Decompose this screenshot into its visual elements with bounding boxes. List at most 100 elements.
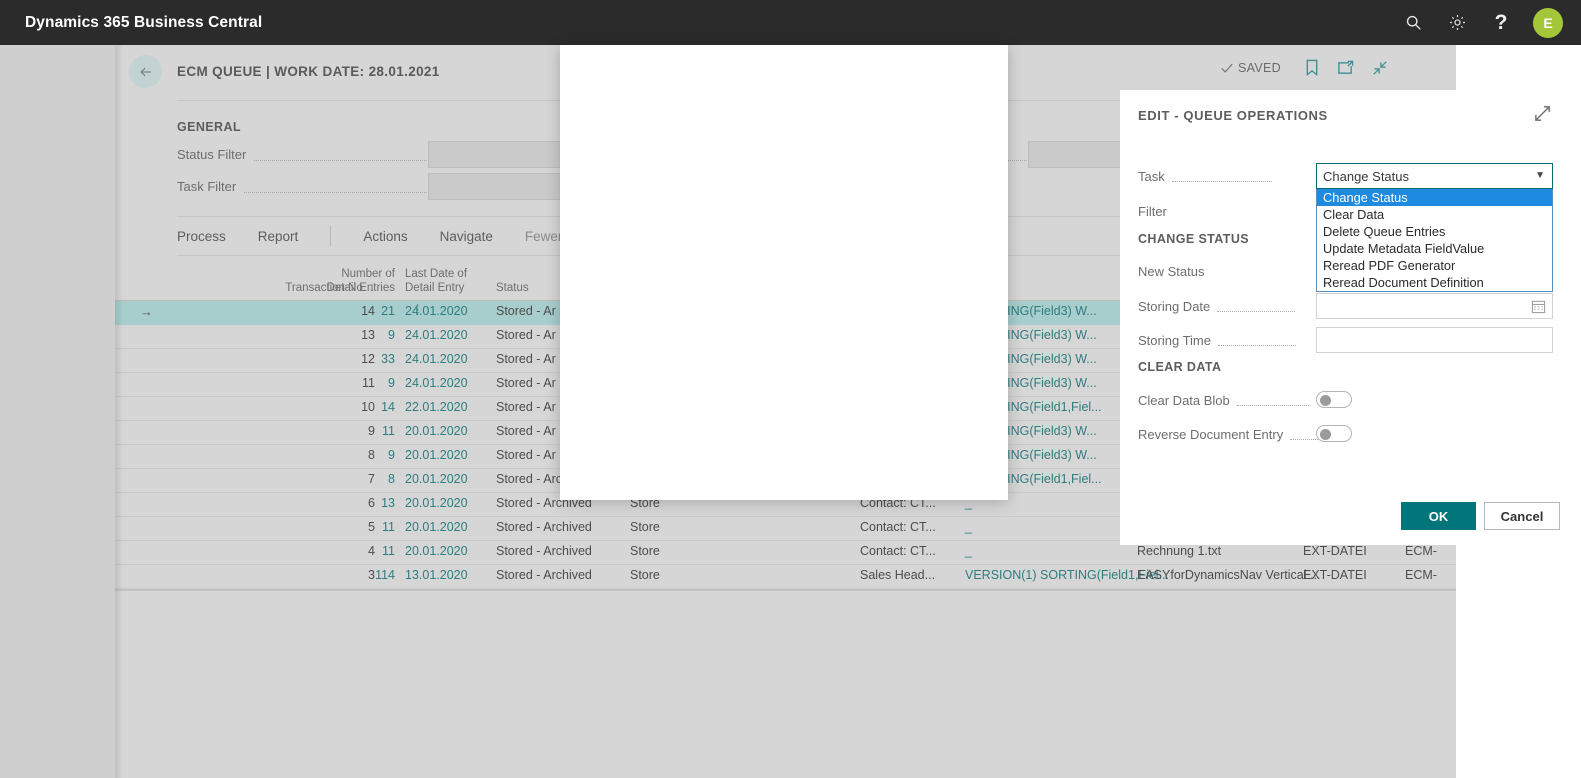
ribbon-item-actions[interactable]: Actions	[363, 229, 407, 244]
label-dots	[1217, 300, 1295, 312]
cell-status: Stored - Archived	[496, 520, 626, 534]
clear-data-section-label: CLEAR DATA	[1138, 360, 1221, 374]
cell-number-of-detail-entries: 21	[320, 304, 395, 318]
label-dots	[1237, 394, 1309, 406]
storing-time-label: Storing Time	[1138, 333, 1211, 348]
task-option[interactable]: Reread PDF Generator	[1317, 257, 1552, 274]
cell-last-date-of-detail-entry: 20.01.2020	[405, 520, 495, 534]
task-option[interactable]: Clear Data	[1317, 206, 1552, 223]
back-arrow-icon[interactable]	[129, 55, 162, 88]
toggle-knob	[1320, 429, 1331, 440]
task-dropdown-list[interactable]: Change StatusClear DataDelete Queue Entr…	[1316, 189, 1553, 292]
gear-icon[interactable]	[1435, 0, 1479, 45]
saved-label: SAVED	[1238, 61, 1281, 75]
cell-number-of-detail-entries: 11	[320, 424, 395, 438]
cell-file-name: Rechnung 1.txt	[1137, 544, 1297, 558]
task-filter-label: Task Filter	[177, 179, 236, 194]
expand-diagonal-icon[interactable]	[1533, 104, 1552, 128]
avatar-initial: E	[1543, 15, 1552, 31]
open-in-new-icon[interactable]	[1337, 60, 1354, 81]
task-selected-value: Change Status	[1323, 169, 1409, 184]
check-icon	[1220, 61, 1234, 75]
cell-status: Stored - Archived	[496, 544, 626, 558]
queue-operations-dialog: EDIT - QUEUE OPERATIONS Task Change Stat…	[560, 45, 1008, 500]
search-icon[interactable]	[1391, 0, 1435, 45]
clear-data-blob-toggle[interactable]	[1316, 391, 1352, 408]
calendar-icon[interactable]	[1531, 299, 1546, 319]
cell-last-date-of-detail-entry: 24.01.2020	[405, 376, 495, 390]
page-left-margin	[0, 45, 115, 778]
cell-document-category: EXT-DATEI	[1303, 568, 1403, 582]
cell-document-category: EXT-DATEI	[1303, 544, 1403, 558]
cell-task: Store	[630, 568, 720, 582]
task-label: Task	[1138, 169, 1165, 184]
ribbon-divider	[330, 226, 331, 246]
cell-number-of-detail-entries: 9	[320, 448, 395, 462]
column-header-last-date-of-detail-entry[interactable]: Last Date of Detail Entry	[405, 267, 495, 295]
page-header-icons	[1305, 59, 1388, 81]
page-title: ECM QUEUE | WORK DATE: 28.01.2021	[177, 64, 440, 79]
app-title: Dynamics 365 Business Central	[25, 14, 262, 32]
help-icon[interactable]: ?	[1479, 0, 1523, 45]
toggle-knob	[1320, 395, 1331, 406]
ribbon-item-report[interactable]: Report	[258, 229, 299, 244]
cell-number-of-detail-entries: 8	[320, 472, 395, 486]
cell-task: Store	[630, 520, 720, 534]
cell-number-of-detail-entries: 13	[320, 496, 395, 510]
ribbon-item-navigate[interactable]: Navigate	[440, 229, 493, 244]
cell-last-date-of-detail-entry: 24.01.2020	[405, 304, 495, 318]
dialog-content: EDIT - QUEUE OPERATIONS Task Change Stat…	[1120, 90, 1568, 545]
cell-number-of-detail-entries: 114	[320, 568, 395, 582]
table-row[interactable]: 311413.01.2020Stored - ArchivedStoreSale…	[115, 565, 1456, 589]
ribbon-item-process[interactable]: Process	[177, 229, 226, 244]
storing-date-label: Storing Date	[1138, 299, 1210, 314]
label-dots	[1172, 170, 1272, 182]
cell-last-date-of-detail-entry: 20.01.2020	[405, 472, 495, 486]
cell-source: Sales Head...	[860, 568, 970, 582]
dialog-title: EDIT - QUEUE OPERATIONS	[1138, 108, 1328, 123]
page-edge-shadow	[115, 45, 123, 778]
cell-number-of-detail-entries: 11	[320, 544, 395, 558]
storing-date-input[interactable]	[1316, 293, 1553, 319]
change-status-section-label: CHANGE STATUS	[1138, 232, 1249, 246]
saved-status: SAVED	[1220, 61, 1281, 75]
cell-number-of-detail-entries: 33	[320, 352, 395, 366]
cell-last-date-of-detail-entry: 24.01.2020	[405, 352, 495, 366]
task-option[interactable]: Update Metadata FieldValue	[1317, 240, 1552, 257]
cell-number-of-detail-entries: 14	[320, 400, 395, 414]
task-option[interactable]: Change Status	[1317, 189, 1552, 206]
storing-time-input[interactable]	[1316, 327, 1553, 353]
task-select[interactable]: Change Status ▼	[1316, 163, 1553, 189]
ok-button[interactable]: OK	[1401, 502, 1476, 530]
cell-source: Contact: CT...	[860, 544, 970, 558]
cell-last-date-of-detail-entry: 20.01.2020	[405, 448, 495, 462]
help-label: ?	[1495, 12, 1508, 33]
status-filter-label: Status Filter	[177, 147, 246, 162]
new-status-label: New Status	[1138, 264, 1204, 279]
general-section-label: GENERAL	[177, 120, 241, 134]
cell-document-definition: ECM-	[1405, 544, 1455, 558]
bookmark-icon[interactable]	[1305, 59, 1319, 81]
cell-number-of-detail-entries: 9	[320, 376, 395, 390]
collapse-icon[interactable]	[1372, 60, 1388, 81]
task-option[interactable]: Reread Document Definition	[1317, 274, 1552, 291]
filter-label: Filter	[1138, 204, 1167, 219]
reverse-document-entry-label: Reverse Document Entry	[1138, 427, 1283, 442]
cell-document-definition: ECM-	[1405, 568, 1455, 582]
cancel-button[interactable]: Cancel	[1484, 502, 1560, 530]
task-option[interactable]: Delete Queue Entries	[1317, 223, 1552, 240]
cell-sorting: _	[965, 544, 1130, 558]
cell-last-date-of-detail-entry: 20.01.2020	[405, 544, 495, 558]
avatar[interactable]: E	[1533, 8, 1563, 38]
chevron-down-icon[interactable]: ▼	[1535, 170, 1545, 181]
cell-number-of-detail-entries: 11	[320, 520, 395, 534]
column-header-number-of-detail-entries[interactable]: Number of Detail Entries	[320, 267, 395, 295]
cell-status: Stored - Archived	[496, 568, 626, 582]
reverse-document-entry-toggle[interactable]	[1316, 425, 1352, 442]
cell-source: Contact: CT...	[860, 520, 970, 534]
cell-last-date-of-detail-entry: 13.01.2020	[405, 568, 495, 582]
clear-data-blob-label: Clear Data Blob	[1138, 393, 1230, 408]
label-dots	[1218, 334, 1296, 346]
topbar-actions: ? E	[1391, 0, 1563, 45]
cell-sorting: VERSION(1) SORTING(Field1,Fiel...	[965, 568, 1130, 582]
